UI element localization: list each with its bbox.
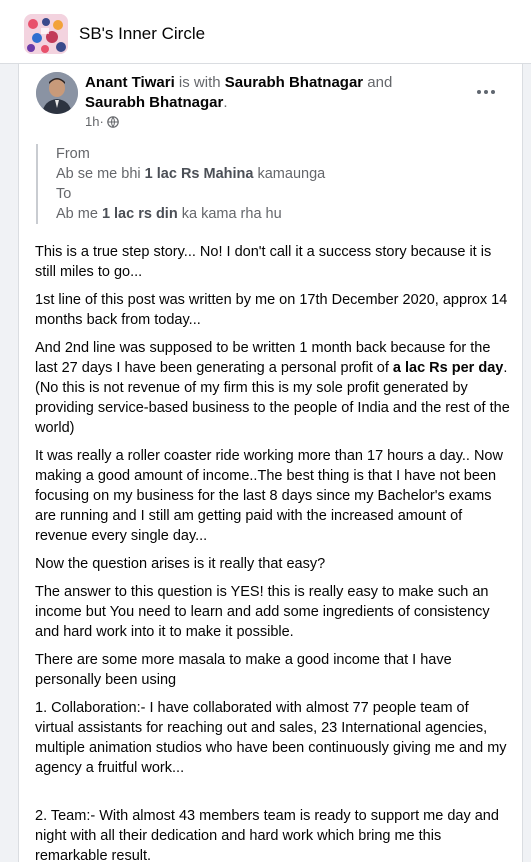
- paragraph-1: This is a true step story... No! I don't…: [35, 244, 492, 280]
- post-card: Anant Tiwari is with Saurabh Bhatnagar a…: [18, 64, 523, 862]
- post-time[interactable]: 1h: [85, 114, 99, 129]
- paragraph-6: The answer to this question is YES! this…: [35, 584, 490, 640]
- author-name[interactable]: Anant Tiwari: [85, 74, 175, 91]
- paragraph-7: There are some more masala to make a goo…: [35, 652, 452, 688]
- avatar[interactable]: [36, 72, 78, 114]
- group-name[interactable]: SB's Inner Circle: [79, 24, 205, 44]
- group-header: SB's Inner Circle: [0, 0, 531, 64]
- more-options-icon[interactable]: [471, 82, 501, 102]
- paragraph-4: It was really a roller coaster ride work…: [35, 448, 503, 544]
- quote-line-4: Ab me 1 lac rs din ka kama rha hu: [56, 206, 282, 222]
- globe-icon[interactable]: [107, 115, 119, 128]
- paragraph-8: 1. Collaboration:- I have collaborated w…: [35, 700, 507, 776]
- post-header: Anant Tiwari is with Saurabh Bhatnagar a…: [85, 73, 445, 113]
- post-meta: 1h ·: [85, 114, 119, 129]
- meta-dot: ·: [99, 114, 104, 129]
- quote-line-1: From: [56, 146, 90, 162]
- post-body: This is a true step story... No! I don't…: [35, 242, 511, 862]
- quote-line-2: Ab se me bhi 1 lac Rs Mahina kamaunga: [56, 166, 326, 182]
- group-collage-icon[interactable]: [24, 14, 68, 54]
- paragraph-5: Now the question arises is it really tha…: [35, 556, 326, 572]
- with-text: is with: [174, 74, 225, 91]
- quote-line-3: To: [56, 186, 72, 202]
- period-text: .: [223, 94, 228, 111]
- paragraph-9: 2. Team:- With almost 43 members team is…: [35, 808, 499, 862]
- tagged-person-2[interactable]: Saurabh Bhatnagar: [85, 94, 223, 111]
- paragraph-3: And 2nd line was supposed to be written …: [35, 340, 510, 436]
- tagged-person-1[interactable]: Saurabh Bhatnagar: [225, 74, 363, 91]
- quoted-lines: From Ab se me bhi 1 lac Rs Mahina kamaun…: [36, 144, 336, 224]
- paragraph-2: 1st line of this post was written by me …: [35, 292, 508, 328]
- and-text: and: [363, 74, 393, 91]
